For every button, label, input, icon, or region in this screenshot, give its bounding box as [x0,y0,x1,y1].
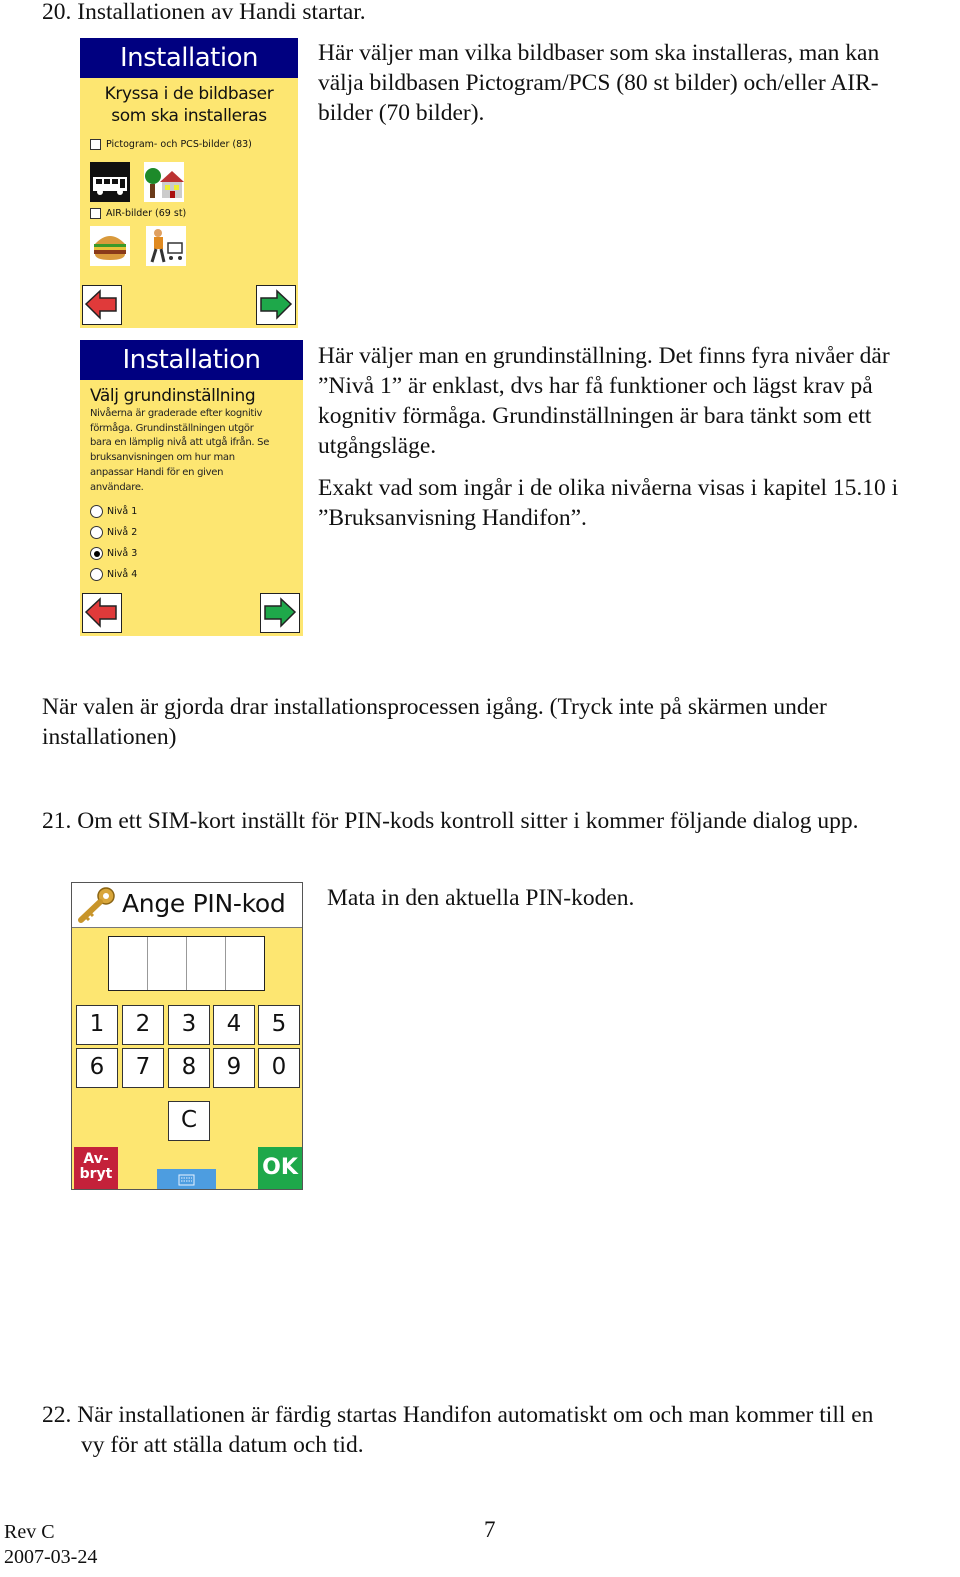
checkbox[interactable] [90,208,101,219]
revision-date: 2007-03-24 [4,1546,98,1568]
checkbox-label: AIR-bilder (69 st) [106,208,187,219]
radio-button[interactable] [90,568,103,581]
keyboard-icon [178,1174,195,1186]
text-line: ”Nivå 1” är enklast, dvs har få funktion… [318,373,873,399]
body-line: Nivåerna är graderade efter kognitiv [90,408,263,419]
checkbox[interactable] [90,139,101,150]
text-line: välja bildbasen Pictogram/PCS (80 st bil… [318,70,879,96]
radio-level-2[interactable]: Nivå 2 [90,522,137,543]
text-line: Här väljer man en grundinställning. Det … [318,343,890,369]
checkbox-label: Pictogram- och PCS-bilder (83) [106,139,252,150]
pin-digit-box[interactable] [148,937,187,990]
key-2[interactable]: 2 [122,1005,164,1045]
keyboard-toggle-button[interactable] [157,1169,216,1189]
revision-label: Rev C [4,1521,55,1543]
screen-subtitle: Kryssa i de bildbaser som ska installera… [80,83,298,127]
text-line: Här väljer man vilka bildbaser som ska i… [318,40,880,66]
arrow-left-icon [84,289,117,320]
radio-level-4[interactable]: Nivå 4 [90,564,137,585]
screen-subtitle: Välj grundinställning [90,386,256,406]
checkbox-air-images[interactable]: AIR-bilder (69 st) [90,208,186,219]
radio-button-selected[interactable] [90,547,103,560]
key-3[interactable]: 3 [168,1005,210,1045]
body-line: förmåga. Grundinställningen utgör [90,422,254,434]
arrow-right-icon [260,289,293,320]
radio-label: Nivå 3 [107,548,138,559]
key-1[interactable]: 1 [76,1005,118,1045]
text-line: installationen) [42,724,177,750]
screen-title: Installation [80,340,303,380]
section-22-heading: 22. När installationen är färdig startas… [42,1400,873,1460]
install-process-note: När valen är gjorda drar installationspr… [42,692,827,752]
radio-label: Nivå 2 [107,527,138,538]
pin-input[interactable] [108,936,265,991]
next-button[interactable] [256,285,296,325]
key-5[interactable]: 5 [258,1005,300,1045]
abort-button[interactable]: Av- bryt [74,1147,118,1189]
pin-dialog-title: Ange PIN-kod [122,889,286,918]
body-line: användare. [90,481,144,493]
text-line: 22. När installationen är färdig startas… [42,1402,874,1428]
house-icon [144,162,184,202]
section-21-heading: 21. Om ett SIM-kort inställt för PIN-kod… [42,808,859,834]
level-radio-group: Nivå 1 Nivå 2 Nivå 3 Nivå 4 [90,501,137,585]
radio-level-3[interactable]: Nivå 3 [90,543,137,564]
back-button[interactable] [82,593,122,633]
body-line: anpassar Handi för en given [90,466,224,478]
key-7[interactable]: 7 [122,1048,164,1088]
abort-label: Av- [83,1151,109,1167]
arrow-left-icon [84,597,117,628]
abort-label: bryt [79,1166,113,1182]
clear-button[interactable]: C [168,1101,210,1141]
key-icon [78,887,115,923]
bus-icon [90,162,130,202]
pin-digit-box[interactable] [226,937,264,990]
pin-digit-box[interactable] [109,937,148,990]
checkbox-pictogram-pcs[interactable]: Pictogram- och PCS-bilder (83) [90,139,252,150]
screen2-description: Här väljer man en grundinställning. Det … [318,341,898,533]
screen-body: Nivåerna är graderade efter kognitiv för… [90,407,303,495]
install-screen-base-setting: Installation Välj grundinställning Nivåe… [80,340,303,636]
arrow-right-icon [264,597,297,628]
text-line: kognitiv förmåga. Grundinställningen är … [318,403,872,429]
key-0[interactable]: 0 [258,1048,300,1088]
text-line: Exakt vad som ingår i de olika nivåerna … [318,475,899,501]
text-line: vy för att ställa datum och tid. [81,1432,364,1458]
shopping-cart-icon [146,226,186,266]
text-line: bilder (70 bilder). [318,100,485,126]
ok-button[interactable]: OK [258,1147,302,1189]
install-screen-image-bases: Installation Kryssa i de bildbaser som s… [80,38,298,328]
radio-level-1[interactable]: Nivå 1 [90,501,137,522]
radio-label: Nivå 4 [107,569,138,580]
radio-button[interactable] [90,526,103,539]
pin-description: Mata in den aktuella PIN-koden. [327,885,635,911]
text-line: När valen är gjorda drar installationspr… [42,694,827,720]
body-line: bara en lämplig nivå att utgå ifrån. Se [90,437,270,449]
footer-revision: Rev C 2007-03-24 [4,1520,97,1570]
screen1-description: Här väljer man vilka bildbaser som ska i… [318,38,879,128]
key-9[interactable]: 9 [213,1048,255,1088]
text-line: utgångsläge. [318,433,437,459]
subtitle-line: Kryssa i de bildbaser [104,84,274,104]
hamburger-icon [90,226,130,266]
text-line: ”Bruksanvisning Handifon”. [318,505,587,531]
back-button[interactable] [82,285,122,325]
radio-button[interactable] [90,505,103,518]
pin-digit-box[interactable] [187,937,226,990]
pin-dialog: Ange PIN-kod 1 2 3 4 5 6 7 8 9 0 C Av- b… [71,882,303,1190]
pin-dialog-header: Ange PIN-kod [72,883,302,928]
key-4[interactable]: 4 [213,1005,255,1045]
body-line: bruksanvisningen om hur man [90,452,235,464]
section-20-heading: 20. Installationen av Handi startar. [42,0,366,25]
next-button[interactable] [260,593,300,633]
key-8[interactable]: 8 [168,1048,210,1088]
key-6[interactable]: 6 [76,1048,118,1088]
radio-label: Nivå 1 [107,506,138,517]
page-number: 7 [484,1517,496,1542]
subtitle-line: som ska installeras [111,106,267,126]
screen-title: Installation [80,38,298,78]
